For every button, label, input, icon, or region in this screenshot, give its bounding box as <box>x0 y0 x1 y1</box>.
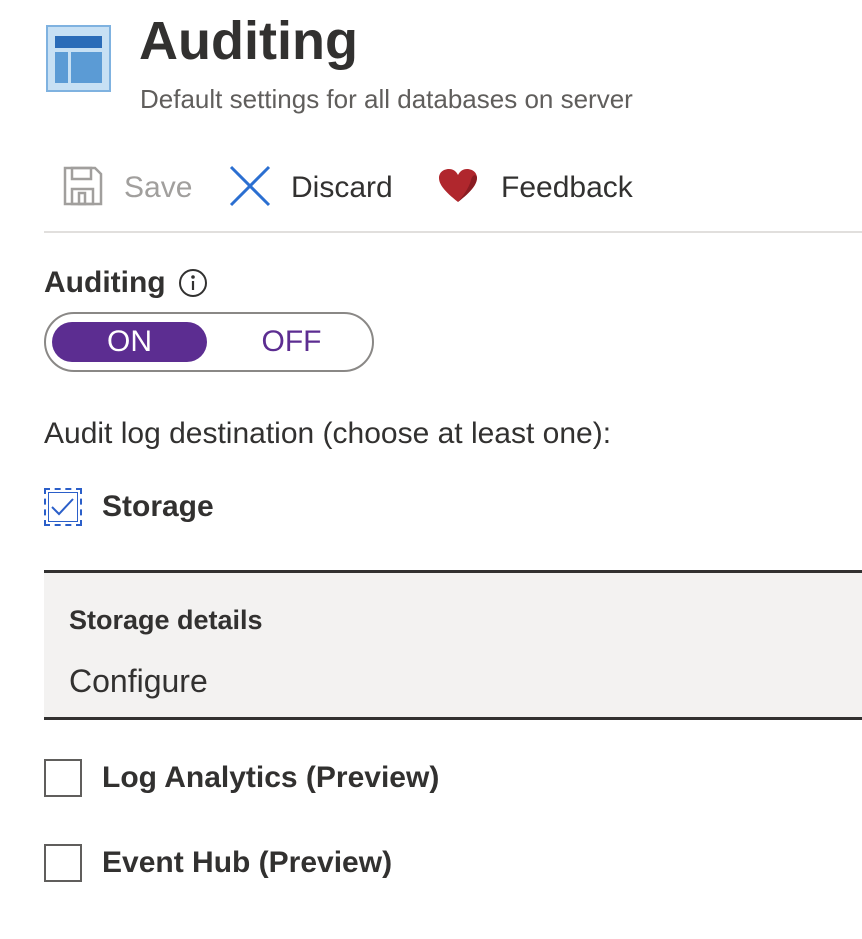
command-bar: Save Discard Feedback <box>44 160 862 216</box>
info-icon[interactable] <box>178 268 208 298</box>
storage-details-title: Storage details <box>69 605 263 635</box>
discard-button[interactable]: Discard <box>229 160 393 216</box>
toggle-off-option[interactable]: OFF <box>224 322 359 362</box>
discard-label: Discard <box>291 171 393 204</box>
heart-icon <box>438 168 478 209</box>
auditing-label: Auditing <box>44 264 208 302</box>
storage-label: Storage <box>102 490 214 523</box>
log-analytics-label: Log Analytics (Preview) <box>102 761 440 794</box>
feedback-label: Feedback <box>501 171 633 204</box>
storage-checkbox-row[interactable]: Storage <box>44 487 214 527</box>
storage-details-panel: Storage details Configure <box>44 570 862 720</box>
log-analytics-checkbox[interactable] <box>44 759 82 797</box>
toolbar-divider <box>44 231 862 233</box>
event-hub-checkbox[interactable] <box>44 844 82 882</box>
save-icon <box>62 165 104 212</box>
log-analytics-checkbox-row[interactable]: Log Analytics (Preview) <box>44 758 439 798</box>
auditing-toggle[interactable]: ON OFF <box>44 312 374 372</box>
checkmark-icon <box>51 498 74 516</box>
close-icon <box>229 165 271 212</box>
auditing-label-text: Auditing <box>44 266 166 299</box>
toggle-on-option[interactable]: ON <box>52 322 207 362</box>
storage-checkbox[interactable] <box>44 488 82 526</box>
table-icon <box>46 25 111 92</box>
event-hub-checkbox-row[interactable]: Event Hub (Preview) <box>44 843 392 883</box>
page-subtitle: Default settings for all databases on se… <box>140 84 633 114</box>
destination-label: Audit log destination (choose at least o… <box>44 417 612 450</box>
feedback-button[interactable]: Feedback <box>438 160 633 216</box>
configure-link[interactable]: Configure <box>69 661 208 701</box>
save-button[interactable]: Save <box>62 160 192 216</box>
event-hub-label: Event Hub (Preview) <box>102 846 393 879</box>
page-title: Auditing <box>139 11 358 71</box>
save-label: Save <box>124 171 193 204</box>
